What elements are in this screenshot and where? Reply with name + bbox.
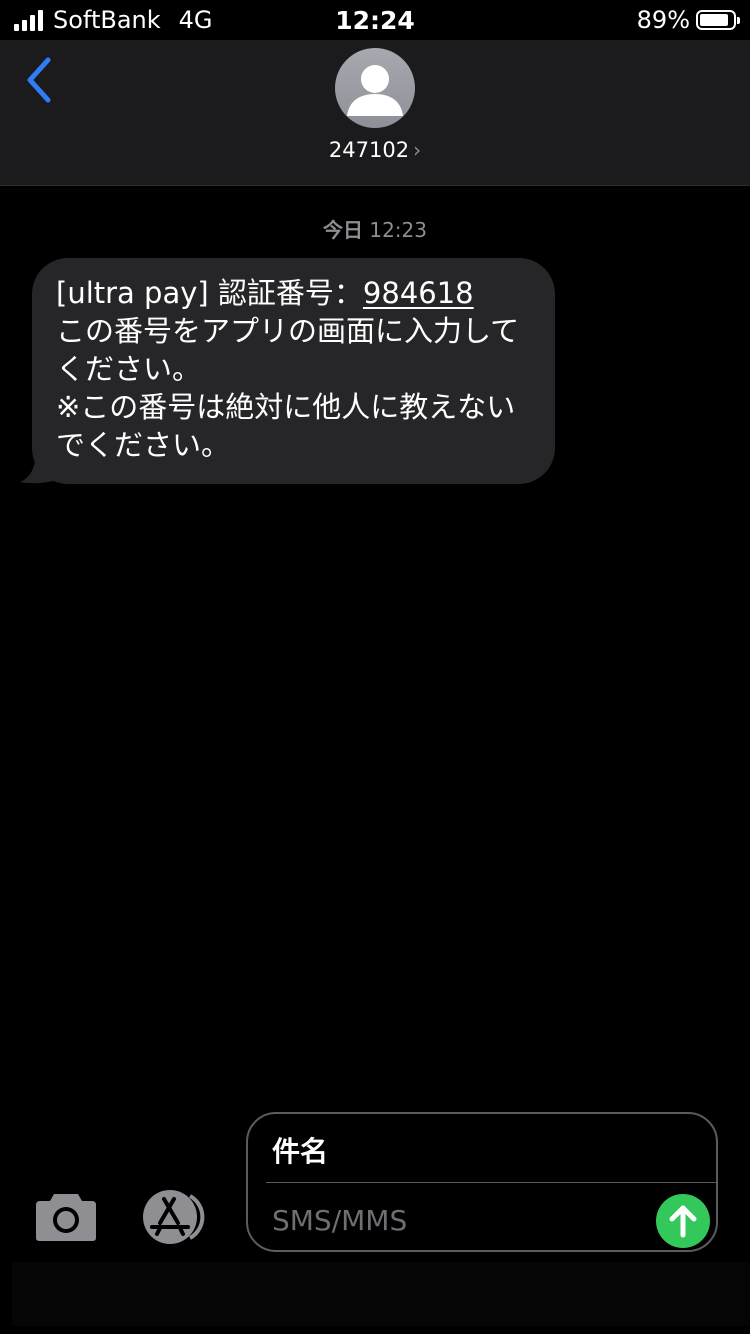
app-store-button[interactable] xyxy=(140,1190,214,1244)
compose-divider xyxy=(266,1182,716,1183)
contact-name: 247102 xyxy=(328,138,410,162)
battery-percent: 89% xyxy=(636,6,690,34)
contact-name-button[interactable]: 247102 › xyxy=(0,138,750,162)
message-timestamp: 今日 12:23 xyxy=(0,214,750,243)
send-button[interactable] xyxy=(656,1194,710,1248)
back-button[interactable] xyxy=(22,56,62,106)
arrow-up-icon xyxy=(669,1205,697,1238)
conversation-header: 247102 › xyxy=(0,40,750,186)
battery-level xyxy=(700,14,729,26)
chevron-right-icon: › xyxy=(413,138,422,162)
home-indicator-area xyxy=(12,1262,750,1326)
message-body: この番号をアプリの画面に入力してください。 xyxy=(56,314,520,386)
message-bubble: [ultra pay] 認証番号：984618 この番号をアプリの画面に入力して… xyxy=(32,258,555,484)
compose-toolbar: 件名 SMS/MMS xyxy=(0,1110,750,1260)
message-input[interactable]: SMS/MMS xyxy=(272,1198,632,1242)
camera-button[interactable] xyxy=(34,1190,98,1242)
timestamp-time: 12:23 xyxy=(369,218,427,242)
camera-icon xyxy=(36,1194,96,1241)
status-bar: SoftBank 4G 12:24 89% xyxy=(0,0,750,40)
battery-icon xyxy=(696,10,740,30)
message-prefix: [ultra pay] 認証番号： xyxy=(56,276,363,310)
subject-field[interactable]: 件名 xyxy=(272,1128,692,1172)
compose-box: 件名 SMS/MMS xyxy=(246,1112,718,1252)
timestamp-day: 今日 xyxy=(323,218,363,242)
app-store-icon xyxy=(143,1190,205,1244)
person-icon xyxy=(347,65,403,116)
chevron-left-icon xyxy=(27,57,51,103)
contact-avatar[interactable] xyxy=(335,48,415,128)
incoming-message[interactable]: [ultra pay] 認証番号：984618 この番号をアプリの画面に入力して… xyxy=(20,258,555,484)
message-note: ※この番号は絶対に他人に教えないでください。 xyxy=(56,390,516,462)
verification-code[interactable]: 984618 xyxy=(363,276,474,310)
status-right: 89% xyxy=(636,6,740,34)
